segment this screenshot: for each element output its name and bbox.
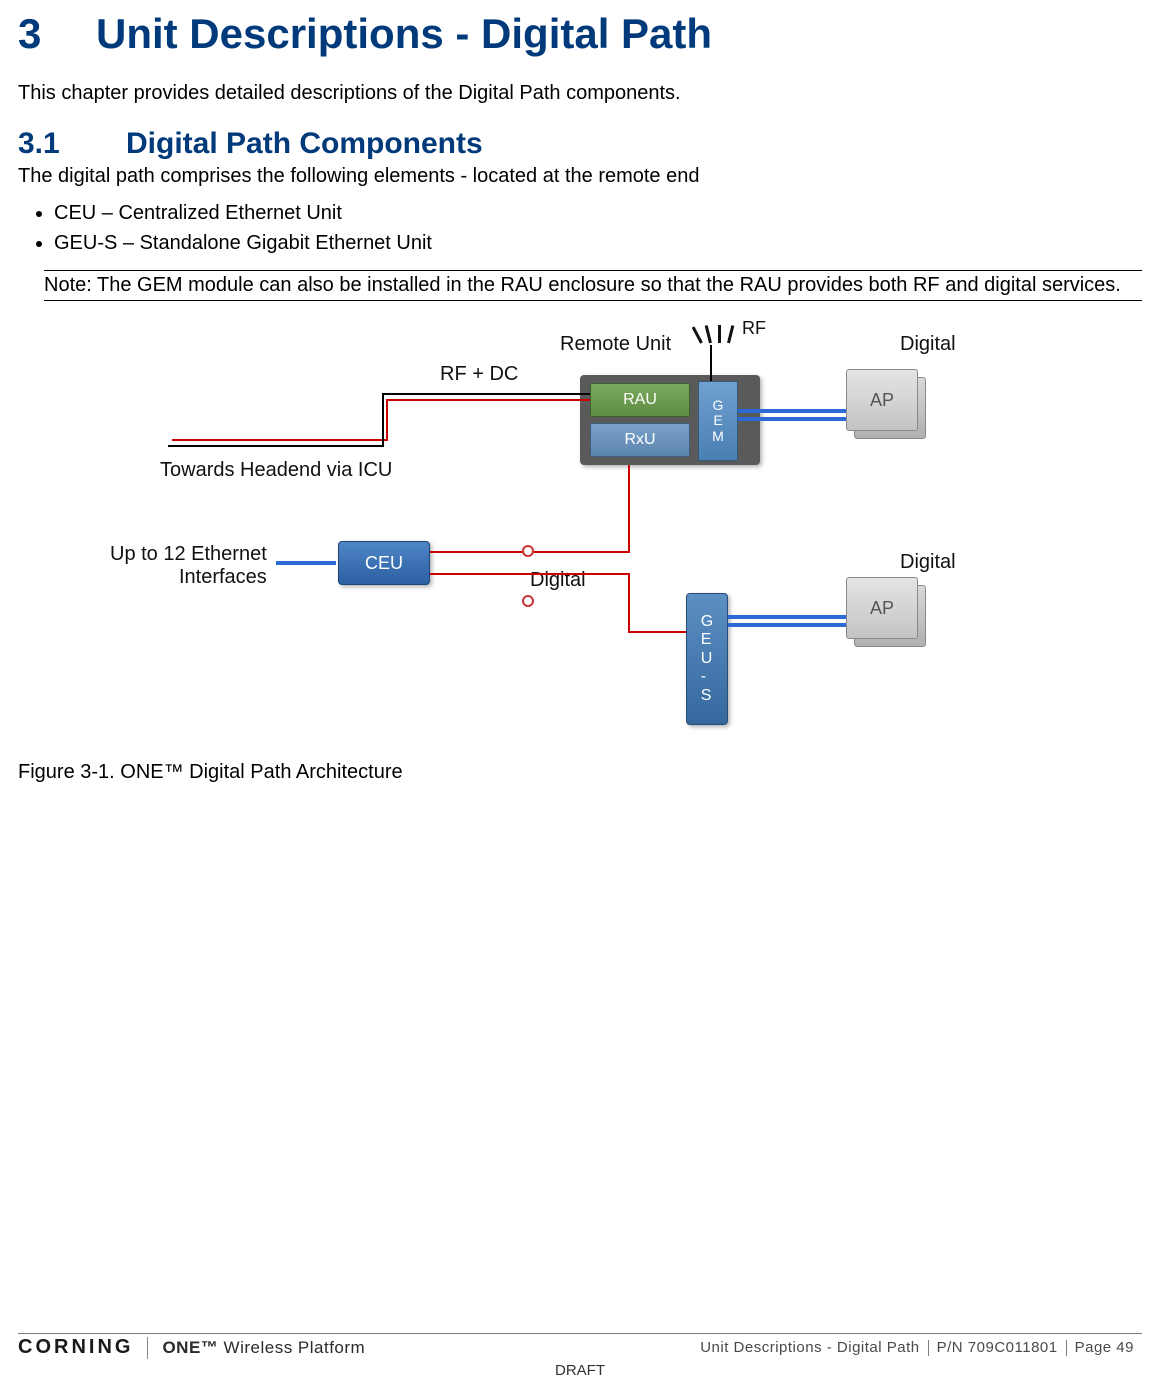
section-intro: The digital path comprises the following…	[18, 165, 1142, 188]
up-to-12-label: Up to 12 Ethernet Interfaces	[110, 543, 267, 589]
page-footer: CORNING ONE™ Wireless Platform Unit Desc…	[18, 1333, 1142, 1379]
list-item: CEU – Centralized Ethernet Unit	[54, 198, 1142, 228]
section-number: 3.1	[18, 127, 126, 161]
list-item: GEU-S – Standalone Gigabit Ethernet Unit	[54, 228, 1142, 258]
ceu-unit: CEU	[338, 541, 430, 585]
note-box: Note: The GEM module can also be install…	[44, 270, 1142, 301]
footer-chapter: Unit Descriptions - Digital Path	[692, 1339, 927, 1356]
rf-label: RF	[742, 318, 766, 339]
digital-top-label: Digital	[900, 333, 956, 356]
corning-logo: CORNING	[18, 1336, 133, 1359]
draft-watermark: DRAFT	[18, 1362, 1142, 1379]
digital-bottom-label: Digital	[900, 551, 956, 574]
gem-to-ap-line	[738, 409, 846, 413]
footer-page: Page 49	[1067, 1339, 1142, 1356]
fiber-icon	[522, 595, 534, 607]
geus-unit: G E U - S	[686, 593, 728, 725]
architecture-diagram: RAU RxU G E M Remote Unit RF Digital AP …	[70, 315, 1090, 755]
chapter-number: 3	[18, 10, 96, 58]
rf-dc-label: RF + DC	[440, 363, 518, 386]
chapter-intro: This chapter provides detailed descripti…	[18, 82, 1142, 105]
chapter-title: Unit Descriptions - Digital Path	[96, 10, 712, 57]
platform-name: ONE™ Wireless Platform	[162, 1338, 365, 1358]
figure-caption: Figure 3-1. ONE™ Digital Path Architectu…	[18, 761, 1142, 784]
section-heading: 3.1Digital Path Components	[18, 127, 1142, 161]
ap-label: AP	[846, 577, 918, 639]
rf-antenna-line	[710, 345, 712, 381]
rxu-module: RxU	[590, 423, 690, 457]
footer-pn: P/N 709C011801	[929, 1339, 1066, 1356]
fiber-icon	[522, 545, 534, 557]
section-title: Digital Path Components	[126, 127, 483, 160]
geus-to-ap-line	[728, 615, 846, 619]
gem-to-ap-line-2	[738, 417, 846, 421]
remote-unit-label: Remote Unit	[560, 333, 671, 356]
eth-to-ceu-line	[276, 561, 336, 565]
component-list: CEU – Centralized Ethernet Unit GEU-S – …	[18, 198, 1142, 258]
gem-module: G E M	[698, 381, 738, 461]
note-text: Note: The GEM module can also be install…	[44, 274, 1121, 296]
geus-to-ap-line-2	[728, 623, 846, 627]
footer-divider	[147, 1337, 148, 1359]
towards-headend-label: Towards Headend via ICU	[160, 459, 392, 482]
rau-module: RAU	[590, 383, 690, 417]
chapter-heading: 3Unit Descriptions - Digital Path	[18, 10, 1142, 58]
ap-label: AP	[846, 369, 918, 431]
